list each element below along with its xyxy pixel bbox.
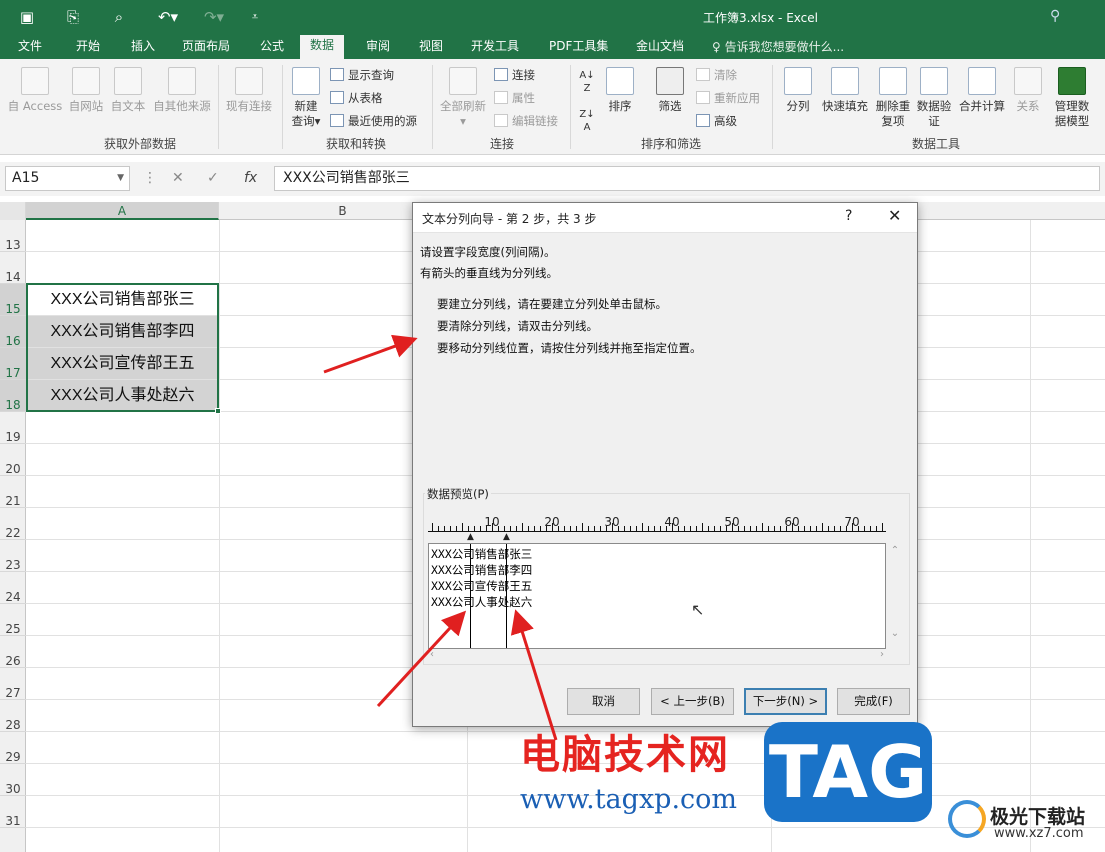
watermark: 电脑技术网 www.tagxp.com TAG 极光下载站 www.xz7.co… xyxy=(520,722,1105,852)
watermark-cn: 电脑技术网 xyxy=(520,732,730,778)
site-logo-icon xyxy=(948,800,986,838)
watermark-logo: TAG xyxy=(764,722,932,822)
watermark-site: 极光下载站 xyxy=(990,806,1086,828)
watermark-url: www.tagxp.com xyxy=(520,784,738,815)
arrow-to-break-1 xyxy=(376,610,467,708)
arrow-to-instructions xyxy=(323,334,418,374)
watermark-site-url: www.xz7.com xyxy=(994,826,1084,841)
